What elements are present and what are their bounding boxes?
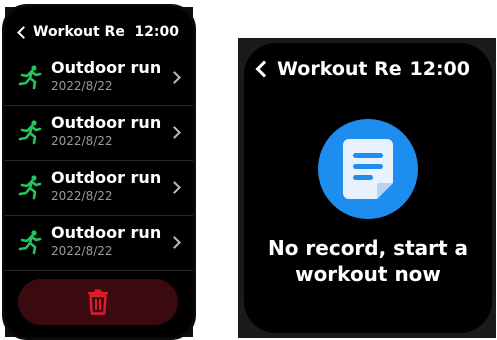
list-item[interactable]: Outdoor run 2022/8/22 — [5, 106, 193, 161]
running-person-icon — [18, 230, 42, 255]
record-texts: Outdoor run 2022/8/22 — [51, 169, 161, 204]
page-title: Workout Re — [277, 58, 402, 80]
record-date: 2022/8/22 — [51, 134, 113, 148]
record-texts: Outdoor run 2022/8/22 — [51, 224, 161, 259]
running-person-icon — [18, 120, 42, 145]
record-title: Outdoor run — [51, 113, 162, 132]
record-title: Outdoor run — [51, 58, 162, 77]
chevron-right-icon — [168, 126, 181, 139]
document-icon — [343, 139, 393, 199]
record-title: Outdoor run — [51, 223, 162, 242]
clock: 12:00 — [409, 58, 470, 80]
page-title: Workout Re — [33, 24, 125, 40]
running-person-icon — [18, 65, 42, 90]
chevron-left-icon — [255, 60, 273, 78]
delete-all-button[interactable] — [18, 279, 178, 325]
canvas: Workout Re 12:00 Outdoor run 2022/8/22 O… — [0, 0, 497, 340]
empty-state-illustration — [318, 119, 418, 219]
status-bar: Workout Re 12:00 — [5, 21, 193, 43]
back-button[interactable]: Workout Re — [255, 58, 402, 80]
status-bar: Workout Re 12:00 — [244, 55, 492, 83]
record-date: 2022/8/22 — [51, 79, 113, 93]
record-date: 2022/8/22 — [51, 189, 113, 203]
empty-state-message: No record, start a workout now — [267, 236, 469, 286]
list-item[interactable]: Outdoor run 2022/8/22 — [5, 51, 193, 106]
chevron-left-icon — [17, 25, 30, 39]
record-list: Outdoor run 2022/8/22 Outdoor run 2022/8… — [5, 51, 193, 271]
workout-records-screen: Workout Re 12:00 Outdoor run 2022/8/22 O… — [5, 7, 193, 337]
record-texts: Outdoor run 2022/8/22 — [51, 59, 161, 94]
chevron-right-icon — [168, 236, 181, 249]
record-title: Outdoor run — [51, 168, 162, 187]
list-item[interactable]: Outdoor run 2022/8/22 — [5, 216, 193, 271]
back-button[interactable]: Workout Re — [17, 24, 125, 40]
record-texts: Outdoor run 2022/8/22 — [51, 114, 161, 149]
chevron-right-icon — [168, 71, 181, 84]
trash-icon — [88, 289, 108, 315]
chevron-right-icon — [168, 181, 181, 194]
running-person-icon — [18, 175, 42, 200]
record-date: 2022/8/22 — [51, 244, 113, 258]
list-item[interactable]: Outdoor run 2022/8/22 — [5, 161, 193, 216]
workout-empty-screen: Workout Re 12:00 No record, start a work… — [244, 43, 492, 333]
clock: 12:00 — [134, 24, 179, 40]
